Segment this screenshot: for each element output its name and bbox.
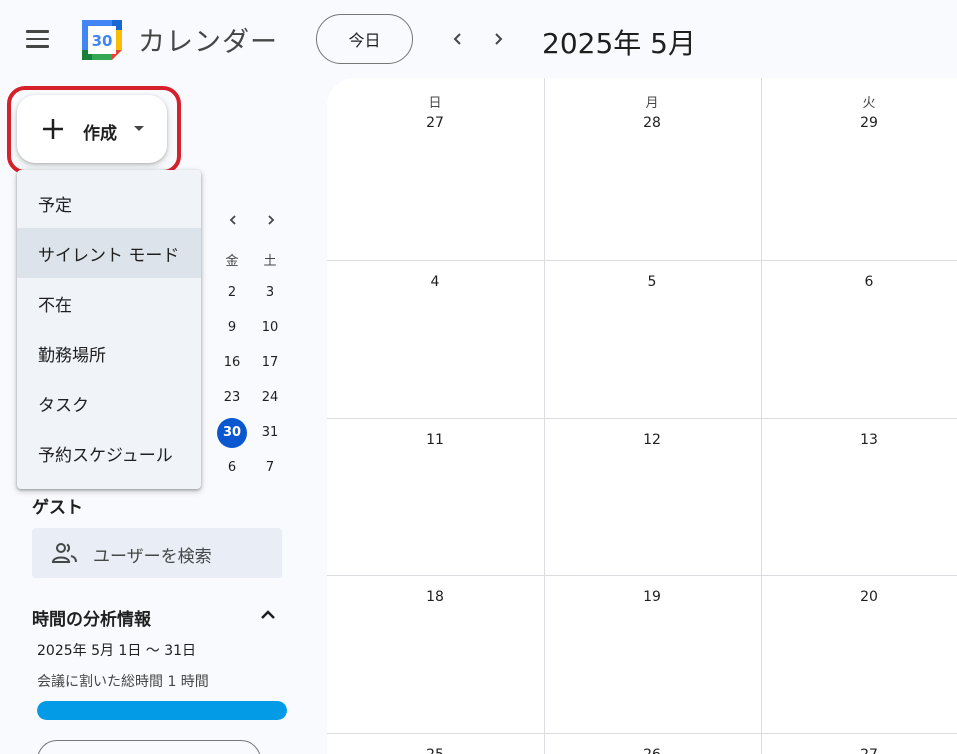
top-bar: 30 カレンダー 今日 2025年 5月 [0,0,957,78]
day-number[interactable]: 13 [761,432,957,448]
more-insights-button[interactable] [37,740,261,754]
mini-calendar-day[interactable]: 7 [255,453,285,483]
caret-down-icon [134,126,144,131]
mini-calendar-day[interactable]: 10 [255,313,285,343]
create-button-label: 作成 [83,124,117,144]
grid-column-divider [544,78,545,754]
collapse-insights-button[interactable] [256,603,280,627]
mini-calendar-day[interactable]: 17 [255,348,285,378]
day-number[interactable]: 28 [544,115,760,131]
mini-calendar-day[interactable]: 2 [217,278,247,308]
main-menu-icon[interactable] [26,26,56,52]
mini-calendar-day[interactable]: 23 [217,383,247,413]
create-menu-item[interactable]: 勤務場所 [17,328,201,378]
mini-calendar-day[interactable]: 6 [217,453,247,483]
previous-period-button[interactable] [445,26,471,52]
guests-heading: ゲスト [32,498,83,518]
create-menu: 予定 サイレント モード 不在 勤務場所 タスク 予約スケジュール [17,170,201,489]
weekday-label: 火 [862,96,876,111]
weekday-label: 日 [428,96,442,111]
day-number[interactable]: 25 [327,747,543,754]
day-number[interactable]: 27 [327,115,543,131]
chevron-left-icon [453,33,461,45]
google-calendar-logo: 30 [82,20,122,60]
day-number[interactable]: 12 [544,432,760,448]
period-title: 2025年 5月 [542,27,696,60]
today-button[interactable]: 今日 [316,14,413,64]
next-period-button[interactable] [485,26,511,52]
month-grid: 日月火272829456111213181920252627 [327,78,957,754]
day-number[interactable]: 19 [544,589,760,605]
day-number[interactable]: 4 [327,274,543,290]
day-number[interactable]: 18 [327,589,543,605]
mini-calendar-weekday: 土 [263,254,277,269]
grid-column-divider [761,78,762,754]
insights-progress-bar [37,701,287,720]
create-menu-item[interactable]: 予定 [17,178,201,228]
mini-calendar-day[interactable]: 16 [217,348,247,378]
mini-calendar-day[interactable]: 31 [255,418,285,448]
mini-calendar-day[interactable]: 9 [217,313,247,343]
day-number[interactable]: 11 [327,432,543,448]
chevron-up-icon [261,610,275,619]
guest-search-placeholder: ユーザーを検索 [93,547,212,567]
mini-calendar-next-button[interactable] [261,210,281,230]
plus-icon [43,119,63,139]
insights-date-range: 2025年 5月 1日 〜 31日 [37,643,197,659]
create-button[interactable]: 作成 [17,95,167,163]
insights-progress-fill [37,701,287,720]
grid-row-divider [327,418,957,419]
guest-search-input[interactable]: ユーザーを検索 [32,528,282,578]
create-menu-item[interactable]: 不在 [17,278,201,328]
create-menu-item[interactable]: サイレント モード [17,228,201,278]
day-number[interactable]: 27 [761,747,957,754]
day-number[interactable]: 5 [544,274,760,290]
app-title: カレンダー [138,27,278,58]
day-number[interactable]: 6 [761,274,957,290]
people-icon [52,543,77,563]
mini-calendar-day[interactable]: 30 [217,418,247,448]
mini-calendar-day[interactable]: 24 [255,383,285,413]
mini-calendar-prev-button[interactable] [223,210,243,230]
grid-row-divider [327,260,957,261]
insights-meeting-total: 会議に割いた総時間 1 時間 [37,674,209,690]
chevron-left-icon [229,215,236,225]
chevron-right-icon [495,33,503,45]
grid-row-divider [327,733,957,734]
weekday-label: 月 [645,96,659,111]
create-menu-item[interactable]: タスク [17,378,201,428]
time-insights-heading: 時間の分析情報 [32,610,151,630]
grid-row-divider [327,575,957,576]
create-menu-item[interactable]: 予約スケジュール [17,428,201,478]
day-number[interactable]: 26 [544,747,760,754]
mini-calendar-weekday: 金 [225,254,239,269]
day-number[interactable]: 29 [761,115,957,131]
logo-number: 30 [92,32,113,50]
mini-calendar-day[interactable]: 3 [255,278,285,308]
day-number[interactable]: 20 [761,589,957,605]
chevron-right-icon [268,215,275,225]
